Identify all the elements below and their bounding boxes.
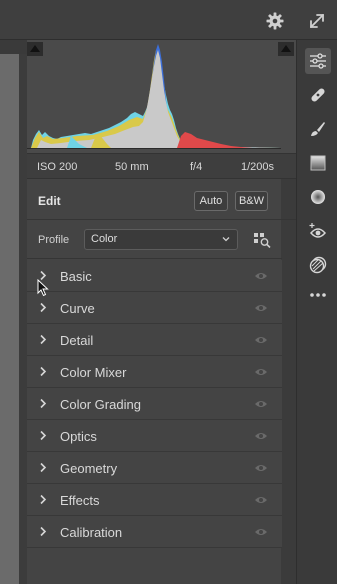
profile-label: Profile (38, 234, 70, 246)
black-and-white-button[interactable]: B&W (235, 191, 268, 211)
chevron-right-icon (40, 398, 47, 409)
presets-tool[interactable] (305, 252, 331, 278)
gear-icon[interactable] (266, 12, 284, 30)
iso-value: ISO 200 (37, 161, 78, 173)
histogram (27, 40, 296, 153)
chevron-right-icon (40, 430, 47, 441)
section-curve[interactable]: Curve (27, 292, 282, 324)
section-color-grading[interactable]: Color Grading (27, 388, 282, 420)
radial-gradient-icon (311, 190, 325, 204)
chevron-down-icon (222, 237, 230, 242)
edit-sliders-icon (310, 53, 326, 69)
edit-sliders-tool[interactable] (305, 48, 331, 74)
profile-selected-value: Color (91, 233, 118, 245)
top-bar (0, 0, 337, 40)
auto-button[interactable]: Auto (194, 191, 228, 211)
image-canvas-area (0, 40, 27, 584)
linear-gradient-icon (310, 155, 326, 171)
visibility-eye-icon[interactable] (254, 335, 268, 345)
healing-tool[interactable] (305, 82, 331, 108)
section-effects[interactable]: Effects (27, 484, 282, 516)
profile-row: Profile Color (27, 221, 282, 259)
canvas-margin (0, 40, 27, 54)
shutter-speed-value: 1/200s (241, 161, 275, 173)
section-label: Geometry (60, 461, 118, 476)
section-calibration[interactable]: Calibration (27, 516, 282, 548)
visibility-eye-icon[interactable] (254, 271, 268, 281)
section-label: Effects (60, 493, 100, 508)
section-optics[interactable]: Optics (27, 420, 282, 452)
brush-icon (311, 122, 325, 136)
visibility-eye-icon[interactable] (254, 527, 268, 537)
expand-icon[interactable] (307, 11, 327, 31)
chevron-right-icon (40, 462, 47, 473)
red-eye-icon (309, 223, 326, 238)
adjustment-sections: Basic Curve Detail Color Mixer Color Gra… (27, 260, 282, 548)
visibility-eye-icon[interactable] (254, 399, 268, 409)
edit-header: Edit Auto B&W (27, 180, 296, 220)
section-label: Calibration (60, 525, 123, 540)
section-label: Color Mixer (60, 365, 127, 380)
section-color-mixer[interactable]: Color Mixer (27, 356, 282, 388)
edit-title: Edit (38, 194, 61, 208)
presets-icon (309, 256, 327, 274)
section-detail[interactable]: Detail (27, 324, 282, 356)
radial-gradient-tool[interactable] (305, 184, 331, 210)
chevron-right-icon (40, 494, 47, 505)
more-icon (310, 293, 326, 297)
visibility-eye-icon[interactable] (254, 495, 268, 505)
image-canvas[interactable] (0, 54, 19, 584)
visibility-eye-icon[interactable] (254, 463, 268, 473)
tool-strip (296, 40, 337, 584)
histogram-graph (27, 44, 281, 149)
chevron-right-icon (40, 366, 47, 377)
edit-panel: ISO 200 50 mm f/4 1/200s Edit Auto B&W P… (27, 40, 296, 584)
visibility-eye-icon[interactable] (254, 303, 268, 313)
profile-select[interactable]: Color (84, 229, 238, 250)
more-tools[interactable] (305, 282, 331, 308)
mouse-cursor-icon (37, 279, 49, 297)
section-basic[interactable]: Basic (27, 260, 282, 292)
section-label: Curve (60, 301, 95, 316)
aperture-value: f/4 (190, 161, 203, 173)
section-geometry[interactable]: Geometry (27, 452, 282, 484)
chevron-right-icon (40, 334, 47, 345)
visibility-eye-icon[interactable] (254, 431, 268, 441)
chevron-right-icon (40, 302, 47, 313)
visibility-eye-icon[interactable] (254, 367, 268, 377)
shadow-clipping-toggle[interactable] (27, 42, 43, 56)
red-eye-tool[interactable] (305, 218, 331, 244)
brush-tool[interactable] (305, 116, 331, 142)
linear-gradient-tool[interactable] (305, 150, 331, 176)
section-label: Color Grading (60, 397, 141, 412)
exif-info-bar: ISO 200 50 mm f/4 1/200s (27, 153, 296, 179)
section-label: Detail (60, 333, 94, 348)
chevron-right-icon (40, 526, 47, 537)
healing-icon (311, 88, 325, 102)
section-label: Optics (60, 429, 97, 444)
focal-length-value: 50 mm (115, 161, 149, 173)
profile-browser-icon[interactable] (254, 233, 271, 248)
section-label: Basic (60, 269, 92, 284)
highlight-clipping-toggle[interactable] (278, 42, 294, 56)
